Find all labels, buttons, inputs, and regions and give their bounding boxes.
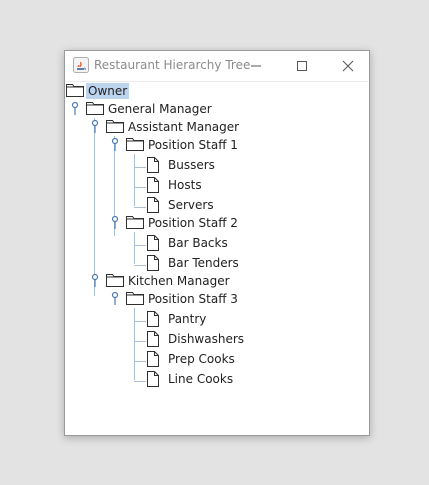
node-label: Bussers	[168, 158, 215, 172]
tree-connector	[134, 361, 146, 362]
node-label: Dishwashers	[168, 332, 245, 346]
node-label: Kitchen Manager	[128, 274, 230, 288]
node-label: Prep Cooks	[168, 352, 235, 366]
tree-connector	[134, 187, 146, 188]
tree-connector	[94, 118, 95, 296]
folder-icon	[126, 292, 144, 305]
node-label: Hosts	[168, 178, 202, 192]
tree-connector	[134, 341, 146, 342]
tree-connector	[134, 154, 135, 206]
tree-connector	[134, 167, 146, 168]
folder-icon	[126, 138, 144, 151]
node-label: Assistant Manager	[128, 120, 240, 134]
node-label: General Manager	[108, 102, 212, 116]
file-icon	[147, 197, 159, 213]
tree-connector	[134, 207, 146, 208]
file-icon	[147, 311, 159, 327]
java-app-icon	[73, 57, 89, 73]
minimize-button[interactable]	[233, 51, 279, 80]
tree-connector	[134, 232, 135, 264]
node-label: Position Staff 1	[148, 138, 238, 152]
expand-handle-icon[interactable]	[111, 215, 121, 231]
file-icon	[147, 177, 159, 193]
tree-connector	[134, 321, 146, 322]
expand-handle-icon[interactable]	[111, 137, 121, 153]
app-window: Restaurant Hierarchy Tree Owner General …	[64, 50, 370, 436]
folder-icon	[126, 216, 144, 229]
hierarchy-tree[interactable]: Owner General Manager Assistant Manager …	[66, 81, 368, 434]
folder-icon	[86, 102, 104, 115]
window-title: Restaurant Hierarchy Tree	[94, 58, 251, 72]
tree-connector	[134, 245, 146, 246]
node-label: Position Staff 3	[148, 292, 238, 306]
file-icon	[147, 235, 159, 251]
file-icon	[147, 371, 159, 387]
file-icon	[147, 331, 159, 347]
tree-connector	[134, 265, 146, 266]
file-icon	[147, 351, 159, 367]
file-icon	[147, 255, 159, 271]
node-label: Bar Tenders	[168, 256, 239, 270]
title-bar[interactable]: Restaurant Hierarchy Tree	[65, 51, 369, 80]
expand-handle-icon[interactable]	[71, 101, 81, 117]
close-button[interactable]	[325, 51, 371, 80]
node-label: Pantry	[168, 312, 207, 326]
tree-connector	[134, 308, 135, 380]
node-label: Position Staff 2	[148, 216, 238, 230]
folder-icon	[66, 84, 84, 97]
folder-icon	[106, 120, 124, 133]
tree-connector	[134, 381, 146, 382]
node-label: Owner	[86, 83, 130, 99]
expand-handle-icon[interactable]	[91, 119, 101, 135]
expand-handle-icon[interactable]	[91, 273, 101, 289]
node-label: Line Cooks	[168, 372, 234, 386]
expand-handle-icon[interactable]	[111, 291, 121, 307]
file-icon	[147, 157, 159, 173]
maximize-button[interactable]	[279, 51, 325, 80]
folder-icon	[106, 274, 124, 287]
node-label: Servers	[168, 198, 214, 212]
node-label: Bar Backs	[168, 236, 228, 250]
